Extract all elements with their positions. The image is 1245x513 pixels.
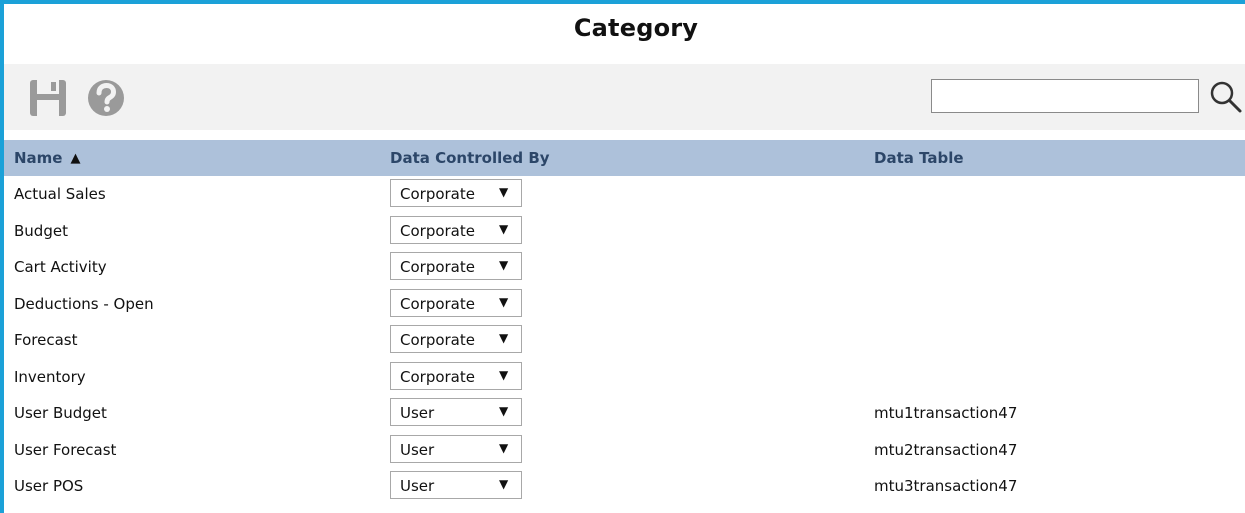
search-icon[interactable] [1209, 80, 1243, 114]
select-value: Corporate [400, 185, 475, 203]
data-controlled-by-select[interactable]: Corporate ▼ [390, 252, 522, 280]
data-controlled-by-select[interactable]: Corporate ▼ [390, 179, 522, 207]
table-row: Actual Sales Corporate ▼ [4, 176, 1245, 213]
data-controlled-by-select[interactable]: Corporate ▼ [390, 361, 522, 390]
data-controlled-by-select[interactable]: User ▼ [390, 471, 522, 499]
select-value: User [400, 477, 435, 495]
data-table-name: mtu3transaction47 [874, 477, 1018, 495]
column-header-name-label: Name [14, 149, 63, 167]
dropdown-arrow-icon: ▼ [499, 185, 509, 199]
category-name: Deductions - Open [14, 294, 154, 313]
table-row: Forecast Corporate ▼ [4, 322, 1245, 359]
table-row: User POS User ▼ mtu3transaction47 [4, 468, 1245, 505]
select-value: Corporate [400, 367, 475, 386]
dropdown-arrow-icon: ▼ [499, 440, 509, 455]
column-header-data-table: Data Table [874, 149, 964, 167]
data-controlled-by-select[interactable]: User ▼ [390, 398, 522, 426]
category-name: User POS [14, 477, 84, 495]
data-controlled-by-select[interactable]: Corporate ▼ [390, 288, 522, 317]
dropdown-arrow-icon: ▼ [499, 477, 509, 491]
category-name: User Budget [14, 404, 107, 422]
window-frame-top [0, 0, 1245, 4]
dropdown-arrow-icon: ▼ [499, 367, 509, 382]
category-name: Forecast [14, 331, 78, 349]
category-table-body: Actual Sales Corporate ▼ Budget Corporat… [4, 176, 1245, 505]
dropdown-arrow-icon: ▼ [499, 258, 509, 272]
dropdown-arrow-icon: ▼ [499, 294, 509, 309]
column-header-data-controlled-by: Data Controlled By [390, 149, 550, 167]
data-controlled-by-select[interactable]: Corporate ▼ [390, 215, 522, 244]
save-icon[interactable] [28, 78, 68, 118]
dropdown-arrow-icon: ▼ [499, 221, 509, 236]
select-value: Corporate [400, 294, 475, 313]
category-name: Cart Activity [14, 258, 107, 276]
select-value: User [400, 404, 435, 422]
table-row: Deductions - Open Corporate ▼ [4, 286, 1245, 323]
sort-ascending-icon: ▲ [70, 151, 81, 166]
category-name: User Forecast [14, 440, 117, 459]
data-table-name: mtu2transaction47 [874, 440, 1018, 459]
select-value: User [400, 440, 435, 459]
table-row: Cart Activity Corporate ▼ [4, 249, 1245, 286]
category-name: Actual Sales [14, 185, 106, 203]
page-title: Category [573, 14, 699, 42]
dropdown-arrow-icon: ▼ [499, 404, 509, 418]
table-row: Budget Corporate ▼ [4, 213, 1245, 250]
table-row: Inventory Corporate ▼ [4, 359, 1245, 396]
select-value: Corporate [400, 331, 475, 349]
category-name: Budget [14, 221, 68, 240]
table-header: Name ▲ Data Controlled By Data Table [4, 140, 1245, 176]
column-header-name[interactable]: Name ▲ [14, 149, 80, 167]
select-value: Corporate [400, 258, 475, 276]
select-value: Corporate [400, 221, 475, 240]
category-name: Inventory [14, 367, 86, 386]
data-controlled-by-select[interactable]: User ▼ [390, 434, 522, 463]
data-controlled-by-select[interactable]: Corporate ▼ [390, 325, 522, 353]
toolbar [4, 64, 1245, 130]
help-icon[interactable] [86, 78, 126, 118]
data-table-name: mtu1transaction47 [874, 404, 1018, 422]
search-input[interactable] [931, 79, 1199, 113]
table-row: User Forecast User ▼ mtu2transaction47 [4, 432, 1245, 469]
table-row: User Budget User ▼ mtu1transaction47 [4, 395, 1245, 432]
dropdown-arrow-icon: ▼ [499, 331, 509, 345]
